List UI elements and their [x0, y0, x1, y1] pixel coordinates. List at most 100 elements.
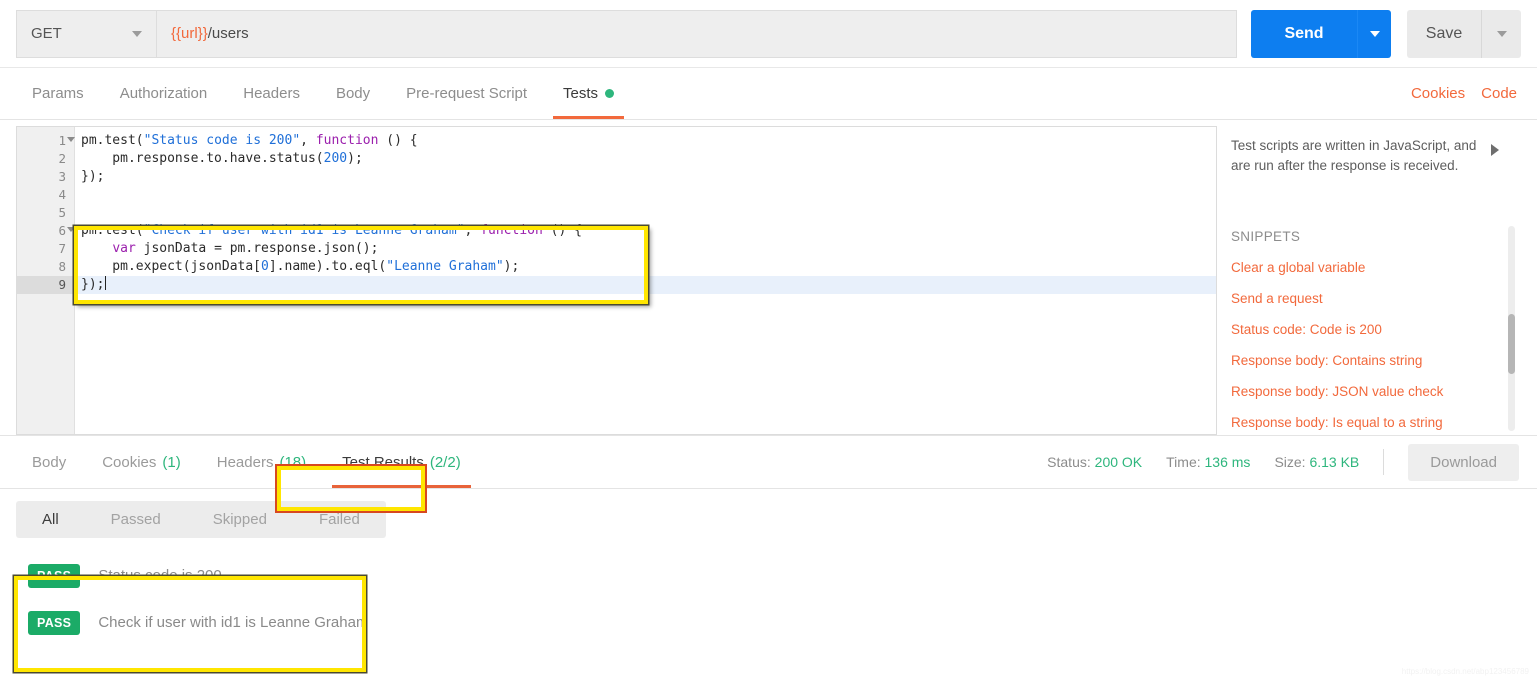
- http-method-label: GET: [31, 25, 62, 42]
- code-token: ].name).to.eql(: [269, 259, 386, 274]
- download-button[interactable]: Download: [1408, 444, 1519, 481]
- line-number: 7: [17, 240, 74, 258]
- line-number: 9: [17, 276, 74, 294]
- code-token: 0: [261, 259, 269, 274]
- response-tab-body[interactable]: Body: [14, 436, 84, 488]
- table-row: PASS Status code is 200: [16, 552, 1521, 599]
- line-number: 8: [17, 258, 74, 276]
- tab-body[interactable]: Body: [318, 68, 388, 119]
- cookies-link[interactable]: Cookies: [1411, 85, 1465, 102]
- filter-passed[interactable]: Passed: [85, 501, 187, 538]
- tab-label: Body: [336, 85, 370, 102]
- request-url-bar: GET {{url}}/users Send Save: [0, 0, 1537, 68]
- tab-tests[interactable]: Tests: [545, 68, 632, 119]
- code-token: "Check if user with id1 is Leanne Graham…: [144, 223, 465, 238]
- snippet-clear-a-global-variable[interactable]: Clear a global variable: [1231, 260, 1503, 275]
- code-token: pm.response.to.have.status(: [81, 151, 324, 166]
- snippets-scrollbar[interactable]: [1508, 226, 1515, 431]
- save-options-button[interactable]: [1481, 10, 1521, 58]
- tab-count: (2/2): [430, 454, 461, 471]
- code-line[interactable]: pm.expect(jsonData[0].name).to.eql("Lean…: [75, 258, 1216, 276]
- tests-active-dot-icon: [605, 89, 614, 98]
- code-token: );: [347, 151, 363, 166]
- code-token: () {: [378, 133, 417, 148]
- snippets-scrollbar-thumb[interactable]: [1508, 314, 1515, 374]
- code-token: });: [81, 169, 104, 184]
- code-token: );: [504, 259, 520, 274]
- line-number: 4: [17, 186, 74, 204]
- code-link[interactable]: Code: [1481, 85, 1517, 102]
- tab-headers[interactable]: Headers: [225, 68, 318, 119]
- code-line[interactable]: [75, 186, 1216, 204]
- status-label: Status:: [1047, 454, 1091, 470]
- filter-all[interactable]: All: [16, 501, 85, 538]
- snippet-send-a-request[interactable]: Send a request: [1231, 291, 1503, 306]
- url-path-token: /users: [208, 25, 249, 42]
- code-token: jsonData = pm.response.json();: [136, 241, 379, 256]
- send-options-button[interactable]: [1357, 10, 1391, 58]
- snippet-response-body-json-value-check[interactable]: Response body: JSON value check: [1231, 384, 1503, 399]
- tab-label: Headers: [243, 85, 300, 102]
- tab-params[interactable]: Params: [14, 68, 102, 119]
- tab-authorization[interactable]: Authorization: [102, 68, 226, 119]
- text-cursor: [105, 276, 106, 290]
- code-token: [81, 241, 112, 256]
- snippet-response-body-is-equal-to-a-string[interactable]: Response body: Is equal to a string: [1231, 415, 1503, 430]
- chevron-down-icon: [1370, 31, 1380, 37]
- tab-count: (1): [162, 454, 180, 471]
- url-variable-token: {{url}}: [171, 25, 208, 42]
- response-tab-bar: Body Cookies (1) Headers (18) Test Resul…: [0, 435, 1537, 489]
- code-line[interactable]: });: [75, 168, 1216, 186]
- tab-label: Headers: [217, 454, 274, 471]
- line-number: 6: [17, 222, 74, 240]
- code-line[interactable]: pm.test("Check if user with id1 is Leann…: [75, 222, 1216, 240]
- line-number: 2: [17, 150, 74, 168]
- tab-label: Authorization: [120, 85, 208, 102]
- tab-label: Params: [32, 85, 84, 102]
- code-token: pm.expect(jsonData[: [81, 259, 261, 274]
- response-tab-test-results[interactable]: Test Results (2/2): [324, 436, 479, 488]
- time-meta: Time: 136 ms: [1166, 454, 1250, 470]
- code-token: var: [112, 241, 135, 256]
- code-line[interactable]: var jsonData = pm.response.json();: [75, 240, 1216, 258]
- tab-label: Body: [32, 454, 66, 471]
- status-meta: Status: 200 OK: [1047, 454, 1142, 470]
- code-fold-arrow-icon[interactable]: [67, 227, 75, 232]
- save-button-group: Save: [1407, 10, 1521, 58]
- chevron-down-icon: [132, 31, 142, 37]
- meta-divider: [1383, 449, 1384, 475]
- code-fold-arrow-icon[interactable]: [67, 137, 75, 142]
- test-name: Check if user with id1 is Leanne Graham: [98, 614, 368, 631]
- test-result-filter-row: All Passed Skipped Failed: [0, 489, 1537, 538]
- watermark: https://blog.csdn.net/abp123456789: [1402, 667, 1529, 676]
- request-url-input[interactable]: {{url}}/users: [156, 10, 1237, 58]
- tests-editor-area: 123456789 pm.test("Status code is 200", …: [0, 120, 1537, 435]
- size-label: Size:: [1274, 454, 1305, 470]
- filter-failed[interactable]: Failed: [293, 501, 386, 538]
- test-results-list: PASS Status code is 200 PASS Check if us…: [0, 538, 1537, 646]
- tab-label: Cookies: [102, 454, 156, 471]
- request-tab-bar-actions: Cookies Code: [1411, 68, 1537, 119]
- code-line[interactable]: pm.test("Status code is 200", function (…: [75, 132, 1216, 150]
- code-token: ,: [300, 133, 316, 148]
- code-line[interactable]: [75, 204, 1216, 222]
- code-token: "Leanne Graham": [386, 259, 503, 274]
- send-button[interactable]: Send: [1251, 10, 1357, 58]
- code-line[interactable]: });: [75, 276, 1216, 294]
- response-tab-cookies[interactable]: Cookies (1): [84, 436, 199, 488]
- code-token: pm.test(: [81, 133, 144, 148]
- snippet-status-code-is-200[interactable]: Status code: Code is 200: [1231, 322, 1503, 337]
- code-line[interactable]: pm.response.to.have.status(200);: [75, 150, 1216, 168]
- response-tab-headers[interactable]: Headers (18): [199, 436, 324, 488]
- code-editor[interactable]: 123456789 pm.test("Status code is 200", …: [16, 126, 1217, 435]
- collapse-panel-arrow-icon[interactable]: [1491, 144, 1499, 156]
- tab-pre-request-script[interactable]: Pre-request Script: [388, 68, 545, 119]
- http-method-dropdown[interactable]: GET: [16, 10, 156, 58]
- snippet-response-body-contains-string[interactable]: Response body: Contains string: [1231, 353, 1503, 368]
- editor-code-pane[interactable]: pm.test("Status code is 200", function (…: [75, 127, 1216, 434]
- save-button[interactable]: Save: [1407, 10, 1481, 58]
- test-name: Status code is 200: [98, 567, 221, 584]
- size-value: 6.13 KB: [1309, 454, 1359, 470]
- time-value: 136 ms: [1205, 454, 1251, 470]
- filter-skipped[interactable]: Skipped: [187, 501, 293, 538]
